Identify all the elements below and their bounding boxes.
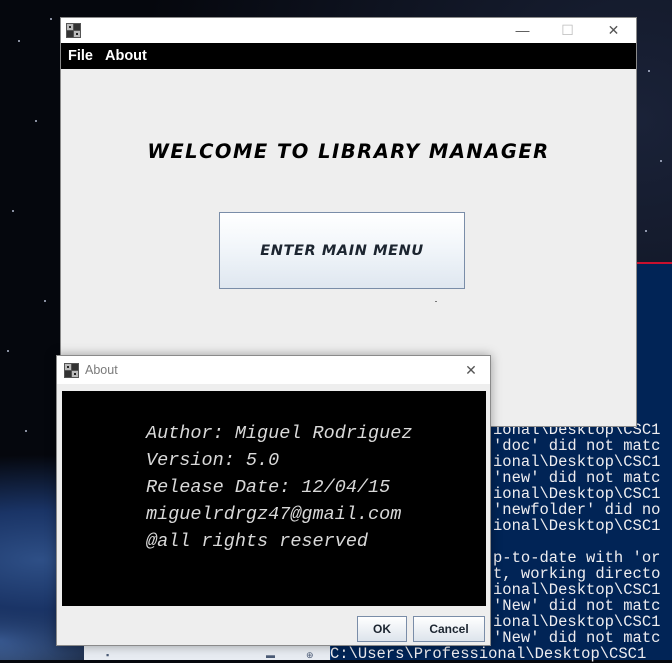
strip-icon: ▬ xyxy=(266,650,275,660)
terminal-border-accent xyxy=(636,262,672,264)
terminal-line: t, working directo xyxy=(493,565,661,583)
app-icon xyxy=(66,23,81,38)
background-window-strip: ▪ ▬ ⊕ xyxy=(84,646,330,660)
close-icon[interactable]: ✕ xyxy=(458,358,484,382)
menu-about[interactable]: About xyxy=(105,43,147,69)
about-title: About xyxy=(85,363,118,377)
terminal-line: p-to-date with 'or xyxy=(493,549,661,567)
menu-bar: File About xyxy=(61,43,636,69)
email-text: miguelrdrgz47@gmail.com xyxy=(146,504,402,525)
cancel-button[interactable]: Cancel xyxy=(413,616,485,642)
close-icon[interactable]: ✕ xyxy=(591,18,636,43)
terminal-line: ional\Desktop\CSC1 xyxy=(493,453,661,471)
stray-pixel xyxy=(435,301,437,302)
rights-text: @all rights reserved xyxy=(146,531,369,552)
maximize-icon[interactable]: ☐ xyxy=(545,18,590,43)
enter-main-menu-button[interactable]: ENTER MAIN MENU xyxy=(219,212,465,289)
strip-icon: ▪ xyxy=(106,650,110,660)
terminal-line: ional\Desktop\CSC1 xyxy=(493,485,661,503)
terminal-line: ional\Desktop\CSC1 xyxy=(493,613,661,631)
terminal-line: 'New' did not matc xyxy=(493,597,661,615)
terminal-line: 'doc' did not matc xyxy=(493,437,661,455)
strip-icon: ⊕ xyxy=(306,650,314,660)
menu-file[interactable]: File xyxy=(68,43,93,69)
ok-button[interactable]: OK xyxy=(357,616,407,642)
minimize-icon[interactable]: — xyxy=(500,18,545,43)
main-titlebar[interactable]: — ☐ ✕ xyxy=(61,18,636,43)
welcome-heading: WELCOME TO LIBRARY MANAGER xyxy=(147,140,550,163)
about-titlebar[interactable]: About ✕ xyxy=(57,356,490,384)
version-text: Version: 5.0 xyxy=(146,450,280,471)
app-icon xyxy=(64,363,79,378)
terminal-line: ional\Desktop\CSC1 xyxy=(493,581,661,599)
terminal-line: 'New' did not matc xyxy=(493,629,661,647)
terminal-line: ional\Desktop\CSC1 xyxy=(493,517,661,535)
release-date-text: Release Date: 12/04/15 xyxy=(146,477,391,498)
about-dialog: About ✕ Author: Miguel Rodriguez Version… xyxy=(56,355,491,646)
terminal-line: 'newfolder' did no xyxy=(493,501,661,519)
author-text: Author: Miguel Rodriguez xyxy=(146,423,413,444)
terminal-line: 'new' did not matc xyxy=(493,469,661,487)
about-info-panel: Author: Miguel Rodriguez Version: 5.0 Re… xyxy=(62,391,486,606)
